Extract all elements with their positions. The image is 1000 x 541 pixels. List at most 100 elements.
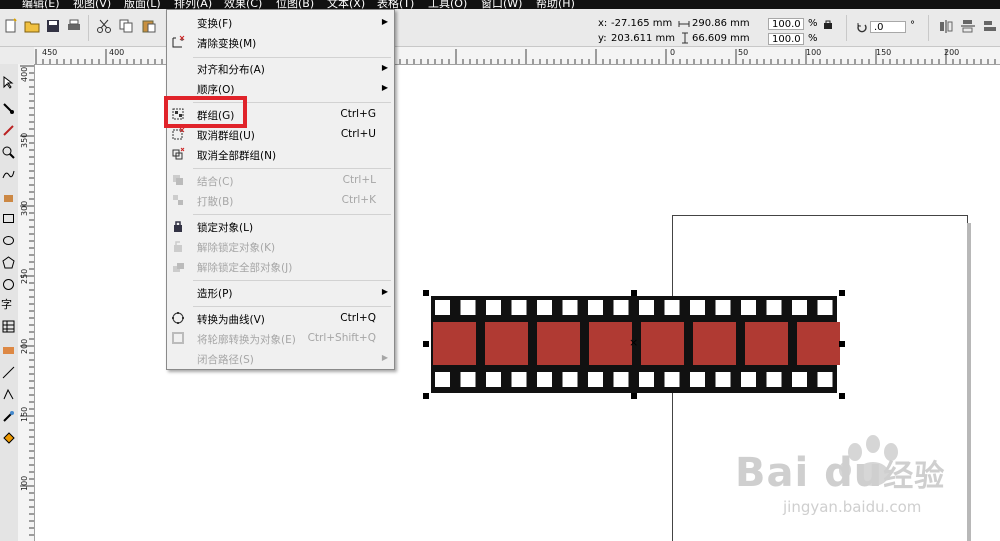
menu-item-lock-object[interactable]: 锁定对象(L) (167, 218, 394, 236)
film-frame (589, 322, 632, 365)
paste-icon[interactable] (141, 18, 157, 34)
film-sprocket-hole (588, 300, 603, 315)
text-tool-icon[interactable]: 字 (1, 296, 12, 312)
crop-tool-icon[interactable] (2, 124, 15, 137)
lock-ratio-icon[interactable] (823, 19, 833, 29)
menu-help[interactable]: 帮助(H) (536, 0, 575, 9)
film-sprocket-hole (613, 300, 629, 315)
menu-bitmaps[interactable]: 位图(B) (276, 0, 314, 9)
width-field[interactable]: 290.86 mm (692, 18, 750, 29)
menu-item-convert-to-curves[interactable]: 转换为曲线(V) Ctrl+Q (167, 310, 394, 328)
menu-item-shortcut: Ctrl+G (340, 108, 376, 120)
connector-tool-icon[interactable] (2, 366, 15, 379)
align-icon[interactable] (982, 18, 998, 34)
cut-icon[interactable] (96, 18, 112, 34)
hruler-label: 50 (738, 48, 749, 57)
film-sprocket-hole (766, 372, 782, 387)
submenu-arrow-icon: ▶ (381, 83, 388, 92)
menu-item-shortcut: Ctrl+Shift+Q (307, 332, 376, 344)
film-sprocket-hole (537, 372, 552, 387)
menu-item-transform[interactable]: 变换(F) ▶ (167, 14, 394, 32)
film-sprocket-hole (435, 372, 450, 387)
rectangle-tool-icon[interactable] (2, 212, 15, 225)
table-tool-icon[interactable] (2, 320, 15, 333)
menu-text[interactable]: 文本(X) (327, 0, 365, 9)
film-sprocket-hole (817, 372, 833, 387)
eyedropper-tool-icon[interactable] (2, 410, 15, 423)
menu-item-close-path[interactable]: 闭合路径(S) ▶ (167, 350, 394, 368)
menu-separator (193, 280, 391, 281)
menu-item-ungroup-all[interactable]: 取消全部群组(N) (167, 146, 394, 164)
unlock-icon (174, 241, 182, 252)
menu-item-clear-transform[interactable]: 清除变换(M) (167, 34, 394, 52)
menu-view[interactable]: 视图(V) (73, 0, 111, 9)
menu-arrange[interactable]: 排列(A) (174, 0, 212, 9)
menu-item-outline-to-object[interactable]: 将轮廓转换为对象(E) Ctrl+Shift+Q (167, 330, 394, 348)
vruler-label: 300 (20, 200, 29, 216)
menu-item-shortcut: Ctrl+K (341, 194, 376, 206)
menu-item-ungroup[interactable]: 取消群组(U) Ctrl+U (167, 126, 394, 144)
open-folder-icon[interactable] (24, 18, 40, 34)
mirror-horizontal-icon[interactable] (938, 18, 954, 34)
center-marker-icon: × (629, 336, 639, 349)
rotation-field[interactable]: .0 (870, 21, 906, 33)
x-position-field[interactable]: -27.165 mm (611, 18, 672, 29)
selection-handle[interactable] (631, 393, 637, 399)
film-frame (537, 322, 580, 365)
hruler-label: 100 (806, 48, 822, 57)
film-sprocket-hole (690, 372, 705, 387)
basic-shapes-tool-icon[interactable] (2, 278, 15, 291)
menu-item-shaping[interactable]: 造形(P) ▶ (167, 284, 394, 302)
mirror-vertical-icon[interactable] (960, 18, 976, 34)
print-icon[interactable] (66, 18, 82, 34)
film-sprocket-hole (664, 372, 680, 387)
film-sprocket-hole (486, 372, 501, 387)
dimension-tool-icon[interactable] (2, 344, 15, 357)
shape-tool-icon[interactable] (2, 102, 15, 115)
percent-label-x: % (808, 18, 818, 29)
menu-layout[interactable]: 版面(L) (124, 0, 161, 9)
selection-handle[interactable] (839, 393, 845, 399)
selection-handle[interactable] (631, 290, 637, 296)
selection-handle[interactable] (423, 290, 429, 296)
ungroup-icon (172, 127, 185, 140)
ellipse-tool-icon[interactable] (2, 234, 15, 247)
menu-item-label: 顺序(O) (197, 84, 235, 96)
selection-handle[interactable] (839, 290, 845, 296)
menu-bar: 编辑(E) 视图(V) 版面(L) 排列(A) 效果(C) 位图(B) 文本(X… (0, 0, 1000, 9)
menu-edit[interactable]: 编辑(E) (22, 0, 60, 9)
menu-item-unlock-all[interactable]: 解除锁定全部对象(J) (167, 258, 394, 276)
selection-handle[interactable] (423, 341, 429, 347)
selection-handle[interactable] (839, 341, 845, 347)
menu-table[interactable]: 表格(T) (377, 0, 414, 9)
copy-icon[interactable] (118, 18, 134, 34)
menu-item-label: 造形(P) (197, 288, 233, 300)
film-sprocket-hole (511, 372, 527, 387)
selection-handle[interactable] (423, 393, 429, 399)
menu-item-shortcut: Ctrl+Q (340, 312, 376, 324)
menu-tools[interactable]: 工具(O) (428, 0, 467, 9)
scale-y-field[interactable]: 100.0 (768, 33, 804, 45)
menu-item-unlock-object[interactable]: 解除锁定对象(K) (167, 238, 394, 256)
fill-tool-icon[interactable] (2, 432, 15, 445)
menu-window[interactable]: 窗口(W) (481, 0, 522, 9)
menu-item-combine[interactable]: 结合(C) Ctrl+L (167, 172, 394, 190)
new-document-icon[interactable] (3, 18, 19, 34)
toolbox: 字 (0, 64, 19, 541)
menu-effects[interactable]: 效果(C) (224, 0, 262, 9)
polygon-tool-icon[interactable] (2, 256, 15, 269)
zoom-tool-icon[interactable] (2, 146, 15, 159)
menu-item-label: 将轮廓转换为对象(E) (197, 334, 296, 346)
film-sprocket-hole (639, 300, 654, 315)
menu-item-align-distribute[interactable]: 对齐和分布(A) ▶ (167, 60, 394, 78)
freehand-tool-icon[interactable] (2, 168, 15, 181)
height-field[interactable]: 66.609 mm (692, 33, 750, 44)
scale-x-field[interactable]: 100.0 (768, 18, 804, 30)
save-icon[interactable] (45, 18, 61, 34)
menu-item-break-apart[interactable]: 打散(B) Ctrl+K (167, 192, 394, 210)
menu-separator (193, 168, 391, 169)
y-position-field[interactable]: 203.611 mm (611, 33, 675, 44)
pick-tool-icon[interactable] (2, 76, 15, 89)
blend-tool-icon[interactable] (2, 388, 15, 401)
smart-fill-tool-icon[interactable] (2, 190, 15, 203)
